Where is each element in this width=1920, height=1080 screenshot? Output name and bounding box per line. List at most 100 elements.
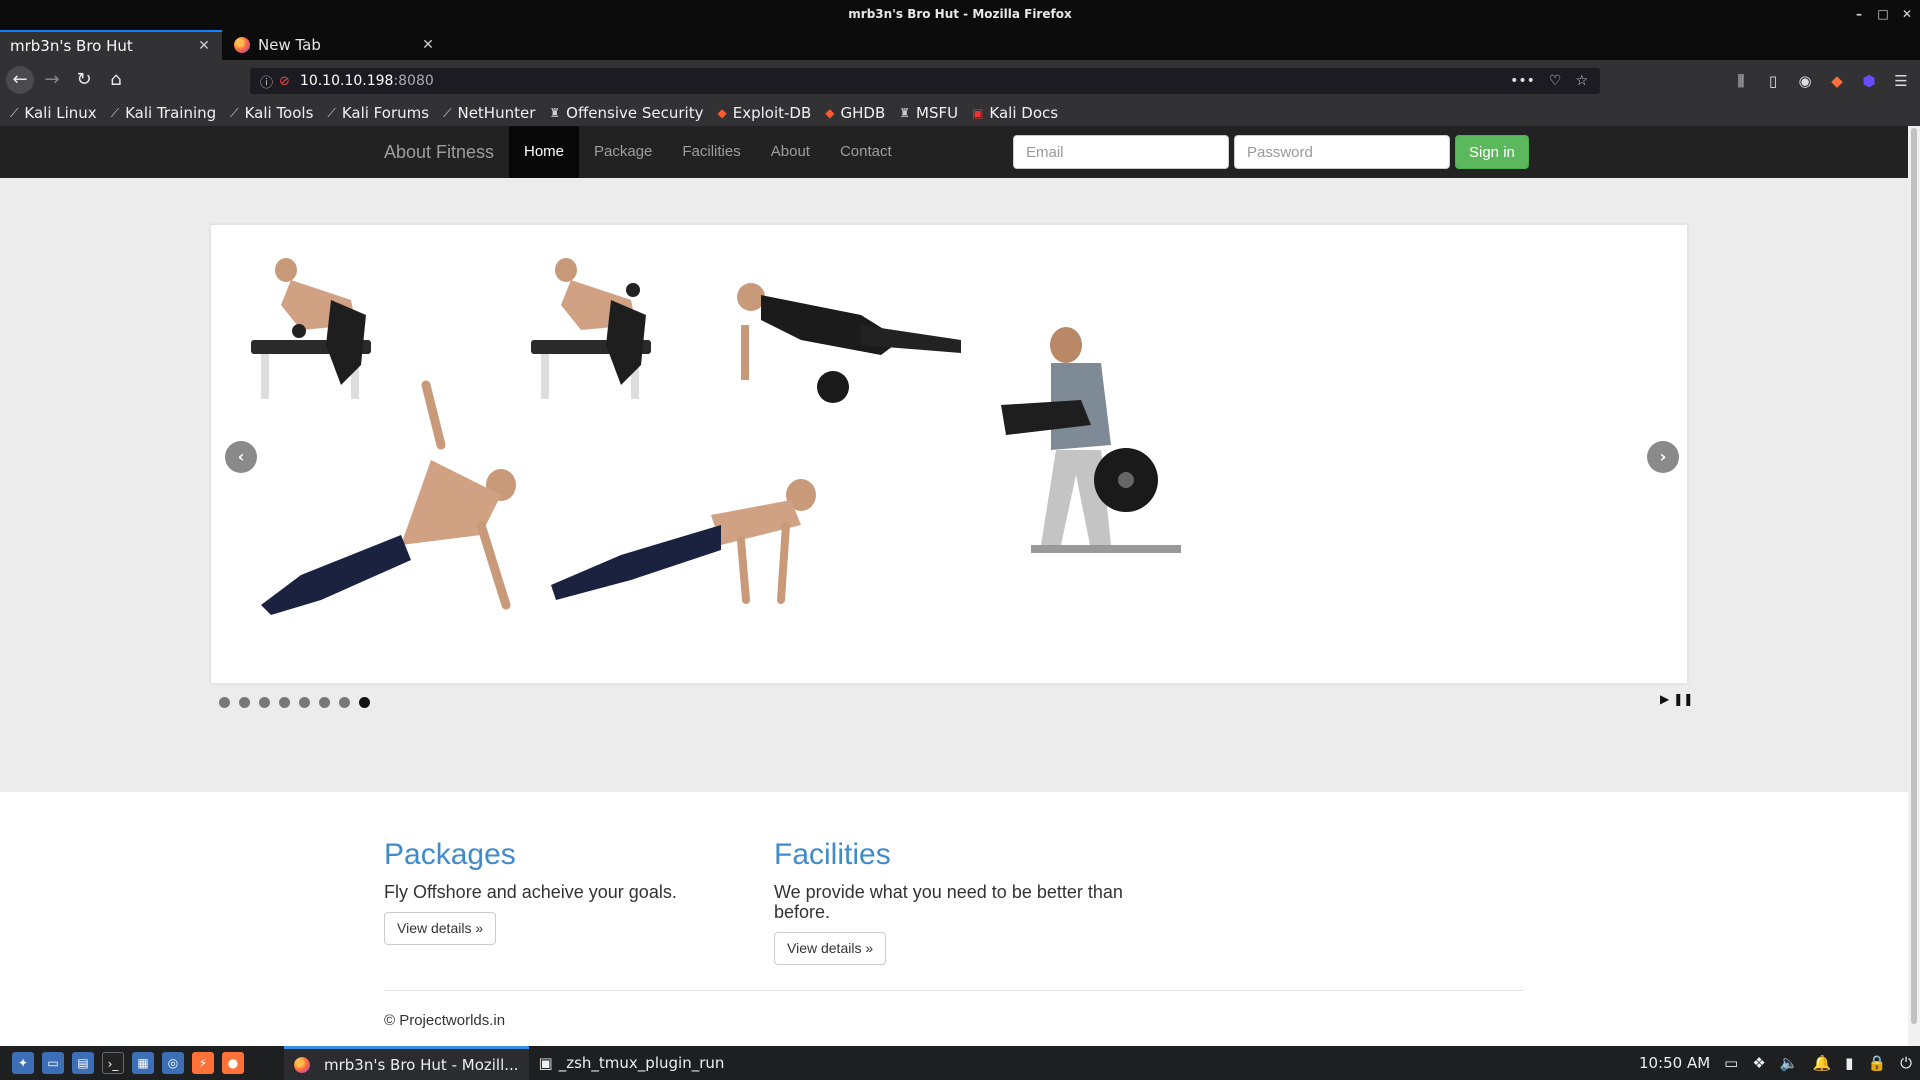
carousel-dot-3[interactable] bbox=[259, 697, 270, 708]
browser-launcher-icon[interactable]: ◎ bbox=[162, 1052, 184, 1074]
url-bar[interactable]: ⓘ ⊘ 10.10.10.198:8080 ••• ♡ ☆ bbox=[250, 68, 1600, 94]
exercise-figure-ball-pushup bbox=[737, 283, 961, 403]
page-actions-icon[interactable]: ••• bbox=[1510, 73, 1535, 89]
content-section: Packages Fly Offshore and acheive your g… bbox=[0, 792, 1908, 1046]
display-icon[interactable]: ▭ bbox=[1724, 1054, 1738, 1072]
signin-button[interactable]: Sign in bbox=[1455, 135, 1529, 169]
page-scrollbar[interactable] bbox=[1908, 126, 1920, 1046]
bookmark-nethunter[interactable]: ⟋ NetHunter bbox=[443, 104, 535, 122]
close-window-button[interactable]: ✕ bbox=[1900, 0, 1914, 28]
window-titlebar: mrb3n's Bro Hut - Mozilla Firefox – □ ✕ bbox=[0, 0, 1920, 28]
bookmark-kali-forums[interactable]: ⟋ Kali Forums bbox=[327, 104, 429, 122]
kali-menu-icon[interactable]: ✦ bbox=[12, 1052, 34, 1074]
sidebar-icon[interactable]: ▯ bbox=[1764, 72, 1782, 90]
kali-dragon-icon: ⟋ bbox=[443, 105, 452, 120]
workspace-icon[interactable]: ▦ bbox=[132, 1052, 154, 1074]
tab-title: mrb3n's Bro Hut bbox=[10, 37, 133, 55]
carousel-dot-4[interactable] bbox=[279, 697, 290, 708]
facilities-details-button[interactable]: View details » bbox=[774, 932, 887, 965]
carousel-dot-6[interactable] bbox=[319, 697, 330, 708]
carousel-next-button[interactable]: › bbox=[1647, 441, 1679, 473]
nav-package[interactable]: Package bbox=[579, 126, 667, 178]
back-button[interactable]: ← bbox=[6, 66, 34, 94]
battery-icon[interactable]: ▮ bbox=[1845, 1054, 1853, 1072]
carousel-dot-7[interactable] bbox=[339, 697, 350, 708]
scrollbar-thumb[interactable] bbox=[1911, 128, 1917, 1024]
bookmark-label: NetHunter bbox=[457, 104, 536, 122]
toolbar-right: ⫼ ▯ ◉ ◆ ⬢ ☰ bbox=[1732, 68, 1910, 94]
pause-icon[interactable]: ❚❚ bbox=[1673, 692, 1693, 706]
tab-new-tab[interactable]: New Tab ✕ bbox=[224, 30, 446, 60]
reload-button[interactable]: ↻ bbox=[70, 66, 98, 94]
play-icon[interactable]: ▶ bbox=[1660, 692, 1669, 706]
home-button[interactable]: ⌂ bbox=[102, 66, 130, 94]
nav-home[interactable]: Home bbox=[509, 126, 580, 178]
packages-details-button[interactable]: View details » bbox=[384, 912, 497, 945]
carousel-dot-1[interactable] bbox=[219, 697, 230, 708]
taskbar-window-firefox[interactable]: mrb3n's Bro Hut - Mozill... bbox=[284, 1046, 529, 1080]
library-icon[interactable]: ⫼ bbox=[1732, 72, 1750, 90]
nav-contact[interactable]: Contact bbox=[825, 126, 907, 178]
password-field[interactable] bbox=[1234, 135, 1450, 169]
pocket-icon[interactable]: ♡ bbox=[1549, 73, 1562, 89]
carousel-dot-2[interactable] bbox=[239, 697, 250, 708]
clock[interactable]: 10:50 AM bbox=[1639, 1054, 1710, 1072]
bookmark-kali-linux[interactable]: ⟋ Kali Linux bbox=[10, 104, 97, 122]
carousel-dot-8[interactable] bbox=[359, 697, 370, 708]
exercise-figure-row-2 bbox=[531, 258, 651, 399]
image-carousel: ‹ › bbox=[210, 224, 1688, 684]
site-info-icon[interactable]: ⓘ bbox=[260, 72, 273, 91]
tab-bro-hut[interactable]: mrb3n's Bro Hut ✕ bbox=[0, 30, 222, 60]
maximize-button[interactable]: □ bbox=[1876, 0, 1890, 28]
minimize-button[interactable]: – bbox=[1852, 0, 1866, 28]
carousel-play-controls: ▶ ❚❚ bbox=[1660, 692, 1693, 706]
exercise-figure-pushup bbox=[551, 479, 816, 604]
taskbar-window-terminal[interactable]: ▣ _zsh_tmux_plugin_run bbox=[529, 1046, 735, 1080]
show-desktop-icon[interactable]: ▭ bbox=[42, 1052, 64, 1074]
extension-icon[interactable]: ⬢ bbox=[1860, 72, 1878, 90]
bookmark-exploit-db[interactable]: ◆ Exploit-DB bbox=[717, 104, 811, 122]
foxyproxy-icon[interactable]: ◆ bbox=[1828, 72, 1846, 90]
burp-icon[interactable]: ⚡ bbox=[192, 1052, 214, 1074]
bookmark-kali-tools[interactable]: ⟋ Kali Tools bbox=[230, 104, 313, 122]
email-field[interactable] bbox=[1013, 135, 1229, 169]
account-icon[interactable]: ◉ bbox=[1796, 72, 1814, 90]
bookmark-offensive-security[interactable]: ♜ Offensive Security bbox=[549, 104, 703, 122]
bookmark-msfu[interactable]: ♜ MSFU bbox=[899, 104, 958, 122]
nav-about[interactable]: About bbox=[756, 126, 825, 178]
lock-icon[interactable]: 🔒 bbox=[1867, 1054, 1886, 1072]
bookmark-star-icon[interactable]: ☆ bbox=[1575, 73, 1588, 89]
file-manager-icon[interactable]: ▤ bbox=[72, 1052, 94, 1074]
dropbox-icon[interactable]: ❖ bbox=[1752, 1054, 1765, 1072]
power-icon[interactable]: ⏻ bbox=[1900, 1054, 1912, 1072]
terminal-icon[interactable]: ›_ bbox=[102, 1052, 124, 1074]
firefox-launcher-icon[interactable]: ● bbox=[222, 1052, 244, 1074]
exercise-figure-side-plank bbox=[261, 380, 516, 615]
site-brand[interactable]: About Fitness bbox=[384, 126, 494, 178]
bookmark-ghdb[interactable]: ◆ GHDB bbox=[825, 104, 885, 122]
volume-icon[interactable]: 🔈 bbox=[1780, 1054, 1799, 1072]
bookmark-kali-training[interactable]: ⟋ Kali Training bbox=[111, 104, 216, 122]
carousel-dot-5[interactable] bbox=[299, 697, 310, 708]
nav-facilities[interactable]: Facilities bbox=[667, 126, 755, 178]
facilities-column: Facilities We provide what you need to b… bbox=[774, 838, 1134, 965]
browser-toolbar: ← → ↻ ⌂ ⓘ ⊘ 10.10.10.198:8080 ••• ♡ ☆ ⫼ … bbox=[0, 60, 1920, 100]
exercise-figure-row-1 bbox=[251, 258, 371, 399]
taskbar-launchers: ✦ ▭ ▤ ›_ ▦ ◎ ⚡ ● bbox=[0, 1052, 244, 1074]
offsec-icon: ♜ bbox=[899, 106, 910, 120]
forward-button[interactable]: → bbox=[38, 66, 66, 94]
insecure-connection-icon[interactable]: ⊘ bbox=[279, 74, 290, 89]
menu-icon[interactable]: ☰ bbox=[1892, 72, 1910, 90]
offsec-icon: ♜ bbox=[549, 106, 561, 120]
close-tab-icon[interactable]: ✕ bbox=[196, 38, 212, 54]
bookmark-kali-docs[interactable]: ▣ Kali Docs bbox=[972, 104, 1058, 122]
close-tab-icon[interactable]: ✕ bbox=[420, 37, 436, 53]
notification-icon[interactable]: 🔔 bbox=[1812, 1054, 1831, 1072]
site-navbar: About Fitness Home Package Facilities Ab… bbox=[0, 126, 1908, 178]
carousel-prev-button[interactable]: ‹ bbox=[225, 441, 257, 473]
kali-dragon-icon: ⟋ bbox=[230, 105, 239, 120]
taskbar-window-label: _zsh_tmux_plugin_run bbox=[558, 1054, 725, 1072]
system-tray: 10:50 AM ▭ ❖ 🔈 🔔 ▮ 🔒 ⏻ bbox=[1639, 1046, 1912, 1080]
signin-form: Sign in bbox=[1013, 135, 1529, 169]
window-controls: – □ ✕ bbox=[1852, 0, 1914, 28]
